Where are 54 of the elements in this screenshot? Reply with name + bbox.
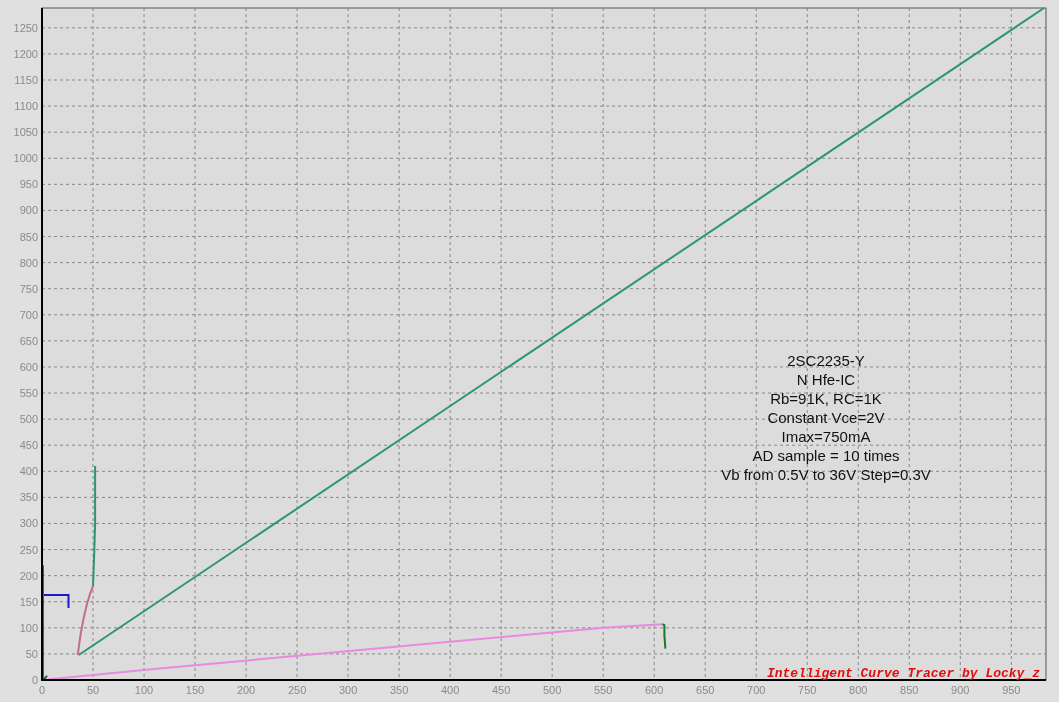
- chart-annotation: 2SC2235-Y: [787, 352, 865, 369]
- y-tick-label: 550: [19, 387, 38, 400]
- credit-text: Intelligent Curve Tracer by Locky_z: [766, 666, 1040, 681]
- x-tick-label: 850: [900, 684, 919, 696]
- y-tick-label: 150: [19, 595, 38, 608]
- x-tick-label: 800: [849, 684, 868, 696]
- y-tick-label: 50: [25, 647, 38, 660]
- x-tick-label: 250: [287, 684, 307, 696]
- x-tick-label: 650: [696, 684, 715, 696]
- chart-annotation: N Hfe-IC: [796, 371, 856, 388]
- x-tick-label: 100: [134, 684, 154, 696]
- chart-annotation: Imax=750mA: [781, 428, 871, 445]
- y-tick-label: 600: [19, 360, 38, 373]
- y-tick-label: 1150: [14, 74, 38, 86]
- x-tick-label: 350: [389, 684, 409, 696]
- y-tick-label: 250: [19, 543, 38, 556]
- y-tick-label: 1250: [13, 21, 38, 34]
- x-tick-label: 950: [1002, 684, 1021, 696]
- y-tick-label: 1200: [13, 47, 38, 60]
- x-tick-label: 700: [747, 684, 766, 696]
- x-tick-label: 200: [236, 684, 256, 696]
- x-tick-label: 400: [440, 684, 460, 696]
- x-tick-label: 550: [594, 684, 613, 696]
- chart-annotation: Rb=91K, RC=1K: [770, 390, 882, 407]
- chart-annotation: Constant Vce=2V: [767, 409, 885, 426]
- y-tick-label: 400: [19, 465, 38, 478]
- y-tick-label: 950: [19, 178, 38, 191]
- x-tick-label: 0: [38, 684, 46, 696]
- x-tick-label: 150: [185, 684, 205, 696]
- y-tick-label: 0: [31, 674, 38, 686]
- y-tick-label: 350: [19, 491, 38, 504]
- chart-annotation: Vb from 0.5V to 36V Step=0.3V: [721, 466, 931, 483]
- y-tick-label: 800: [19, 256, 38, 269]
- y-tick-label: 500: [19, 413, 38, 426]
- y-tick-label: 450: [19, 439, 38, 452]
- x-tick-label: 750: [798, 684, 817, 696]
- y-tick-label: 700: [19, 308, 38, 321]
- y-tick-label: 1100: [14, 100, 38, 113]
- x-tick-label: 300: [338, 684, 358, 696]
- y-tick-label: 300: [19, 517, 38, 530]
- y-tick-label: 750: [19, 282, 38, 295]
- y-tick-label: 900: [19, 204, 38, 217]
- y-tick-label: 650: [19, 334, 38, 347]
- y-tick-label: 100: [19, 621, 38, 634]
- x-tick-label: 450: [491, 684, 511, 696]
- x-tick-label: 600: [645, 684, 664, 696]
- chart-annotation: AD sample = 10 times: [752, 447, 900, 464]
- y-tick-label: 850: [19, 230, 38, 243]
- x-tick-label: 500: [543, 684, 562, 696]
- y-tick-label: 1000: [13, 152, 38, 165]
- y-tick-label: 200: [19, 569, 38, 582]
- x-tick-label: 50: [86, 684, 100, 696]
- y-tick-label: 1050: [13, 126, 38, 139]
- x-tick-label: 900: [951, 684, 970, 696]
